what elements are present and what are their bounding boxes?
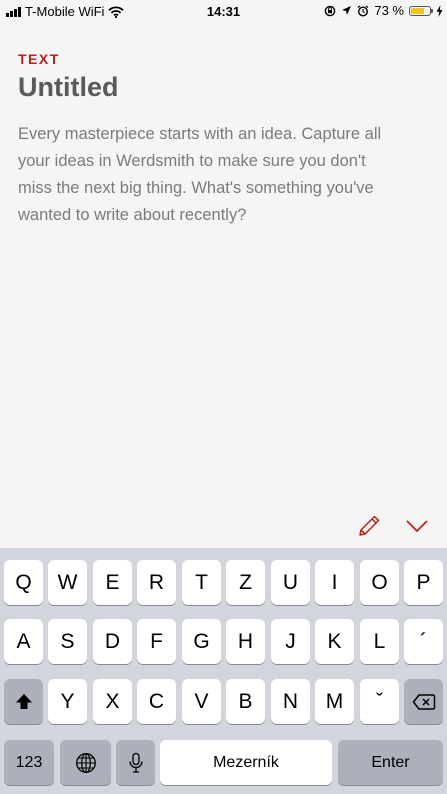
status-bar: T-Mobile WiFi 14:31 73 % — [0, 0, 447, 24]
alarm-icon — [357, 4, 369, 17]
rotation-lock-icon — [325, 5, 336, 16]
battery-icon — [409, 5, 433, 16]
chevron-down-icon[interactable] — [405, 514, 429, 538]
charging-icon — [436, 4, 443, 17]
battery-percent: 73 % — [374, 3, 404, 18]
document-body-placeholder[interactable]: Every masterpiece starts with an idea. C… — [18, 121, 438, 229]
shift-key[interactable] — [4, 679, 43, 724]
key-caron[interactable]: ˇ — [360, 679, 399, 724]
key-y[interactable]: Y — [48, 679, 87, 724]
key-k[interactable]: K — [315, 619, 354, 664]
backspace-icon — [412, 693, 435, 710]
key-r[interactable]: R — [137, 560, 176, 605]
placeholder-line: your ideas in Werdsmith to make sure you… — [18, 152, 366, 170]
numbers-key[interactable]: 123 — [4, 740, 54, 785]
key-v[interactable]: V — [182, 679, 221, 724]
key-o[interactable]: O — [360, 560, 399, 605]
globe-icon — [75, 752, 96, 773]
key-q[interactable]: Q — [4, 560, 43, 605]
key-n[interactable]: N — [271, 679, 310, 724]
document-title[interactable]: Untitled — [18, 72, 119, 103]
pencil-icon[interactable] — [357, 514, 381, 538]
dictation-key[interactable] — [116, 740, 155, 785]
document-type-label: TEXT — [18, 51, 60, 67]
key-e[interactable]: E — [93, 560, 132, 605]
key-h[interactable]: H — [226, 619, 265, 664]
key-m[interactable]: M — [315, 679, 354, 724]
key-f[interactable]: F — [137, 619, 176, 664]
key-p[interactable]: P — [404, 560, 443, 605]
key-t[interactable]: T — [182, 560, 221, 605]
keyboard: Q W E R T Z U I O P A S D F G H J K L ´ … — [0, 548, 447, 794]
key-z[interactable]: Z — [226, 560, 265, 605]
key-c[interactable]: C — [137, 679, 176, 724]
key-j[interactable]: J — [271, 619, 310, 664]
location-icon — [342, 6, 352, 15]
enter-key[interactable]: Enter — [338, 740, 443, 785]
placeholder-line: Every masterpiece starts with an idea. C… — [18, 125, 382, 143]
key-u[interactable]: U — [271, 560, 310, 605]
key-acute-accent[interactable]: ´ — [404, 619, 443, 664]
key-l[interactable]: L — [360, 619, 399, 664]
key-d[interactable]: D — [93, 619, 132, 664]
key-s[interactable]: S — [48, 619, 87, 664]
key-w[interactable]: W — [48, 560, 87, 605]
microphone-icon — [128, 752, 143, 773]
key-i[interactable]: I — [315, 560, 354, 605]
key-g[interactable]: G — [182, 619, 221, 664]
placeholder-line: miss the next big thing. What's somethin… — [18, 179, 374, 197]
key-b[interactable]: B — [226, 679, 265, 724]
key-a[interactable]: A — [4, 619, 43, 664]
placeholder-line: wanted to write about recently? — [18, 206, 247, 224]
space-key[interactable]: Mezerník — [160, 740, 332, 785]
key-x[interactable]: X — [93, 679, 132, 724]
shift-arrow-icon — [15, 693, 32, 709]
backspace-key[interactable] — [404, 679, 443, 724]
globe-key[interactable] — [60, 740, 111, 785]
